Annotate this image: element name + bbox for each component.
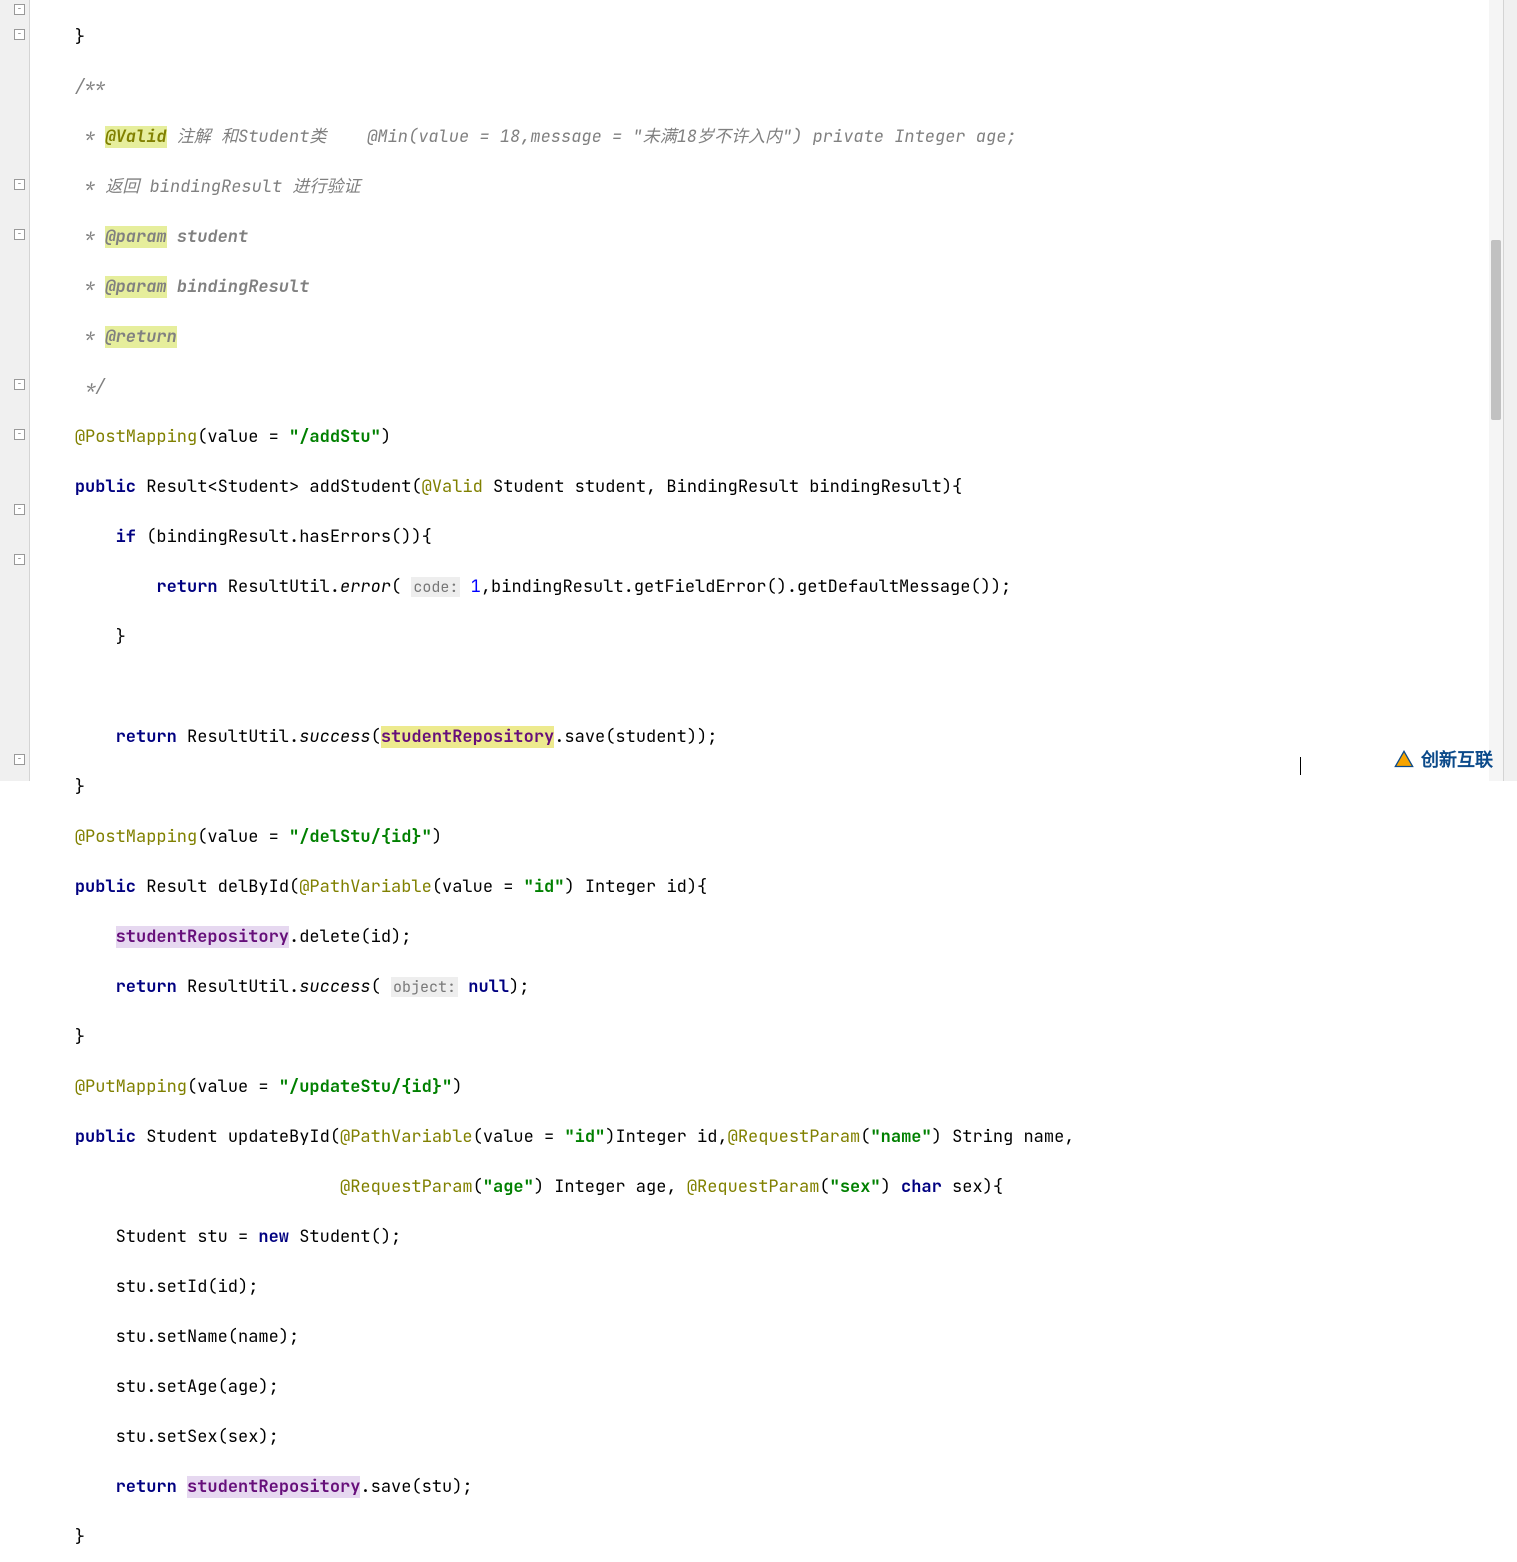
logo-icon [1391,747,1417,773]
fold-marker-icon[interactable]: − [14,4,25,15]
code-line: public Result<Student> addStudent(@Valid… [34,475,1489,500]
fold-marker-icon[interactable]: − [14,429,25,440]
fold-marker-icon[interactable]: − [14,29,25,40]
scroll-thumb[interactable] [1491,240,1501,420]
vertical-scrollbar[interactable] [1489,0,1503,781]
code-line: } [34,625,1489,650]
code-line: } [34,775,1489,800]
code-line: @RequestParam("age") Integer age, @Reque… [34,1175,1489,1200]
fold-marker-icon[interactable]: − [14,504,25,515]
code-line: * @Valid 注解 和Student类 @Min(value = 18,me… [34,125,1489,150]
code-line: stu.setId(id); [34,1275,1489,1300]
fold-marker-icon[interactable]: − [14,379,25,390]
fold-marker-icon[interactable]: − [14,554,25,565]
text-caret [1300,757,1301,775]
editor-gutter: − − − − − − − − − [0,0,30,781]
fold-marker-icon[interactable]: − [14,754,25,765]
code-line: return ResultUtil.success(studentReposit… [34,725,1489,750]
code-line: * @return [34,325,1489,350]
code-line: public Result delById(@PathVariable(valu… [34,875,1489,900]
code-line: } [34,25,1489,50]
code-line: return studentRepository.save(stu); [34,1475,1489,1500]
code-line: studentRepository.delete(id); [34,925,1489,950]
code-line: @PutMapping(value = "/updateStu/{id}") [34,1075,1489,1100]
fold-marker-icon[interactable]: − [14,179,25,190]
code-line: public Student updateById(@PathVariable(… [34,1125,1489,1150]
code-line: stu.setSex(sex); [34,1425,1489,1450]
code-line: /** [34,75,1489,100]
code-line: */ [34,375,1489,400]
code-line: * @param student [34,225,1489,250]
right-gutter [1503,0,1517,781]
watermark-logo: 创新互联 [1391,747,1493,773]
code-line: return ResultUtil.success( object: null)… [34,975,1489,1000]
fold-marker-icon[interactable]: − [14,229,25,240]
code-line: return ResultUtil.error( code: 1,binding… [34,575,1489,600]
code-line: @PostMapping(value = "/delStu/{id}") [34,825,1489,850]
code-line [34,675,1489,700]
code-line: @PostMapping(value = "/addStu") [34,425,1489,450]
code-line: if (bindingResult.hasErrors()){ [34,525,1489,550]
code-line: stu.setName(name); [34,1325,1489,1350]
code-line: stu.setAge(age); [34,1375,1489,1400]
code-line: } [34,1025,1489,1050]
code-line: * @param bindingResult [34,275,1489,300]
watermark-text: 创新互联 [1421,748,1493,773]
code-line: * 返回 bindingResult 进行验证 [34,175,1489,200]
code-editor[interactable]: } /** * @Valid 注解 和Student类 @Min(value =… [30,0,1489,781]
code-line: } [34,1525,1489,1550]
code-line: Student stu = new Student(); [34,1225,1489,1250]
